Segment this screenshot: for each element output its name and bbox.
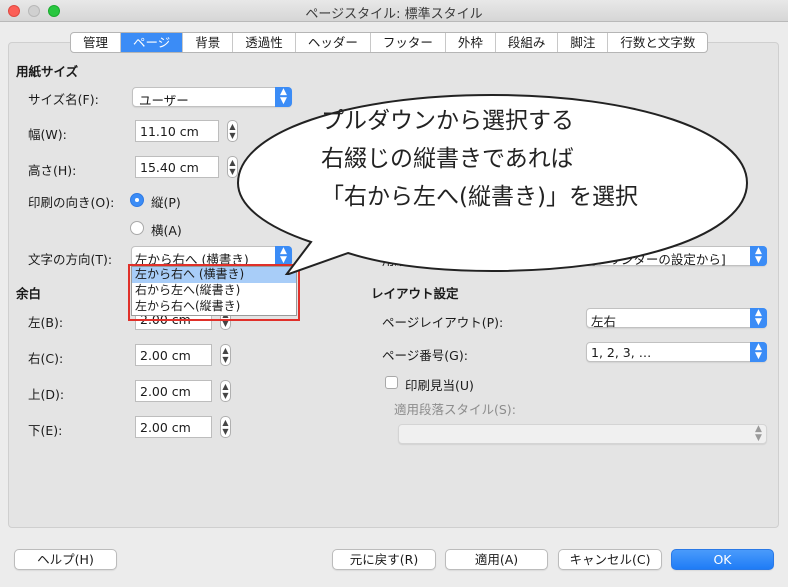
margin-right-label: 右(C): xyxy=(28,351,64,366)
tab-columns[interactable]: 段組み xyxy=(496,33,559,52)
margin-right-field[interactable]: 2.00 cm xyxy=(135,344,212,366)
margin-bottom-value: 2.00 cm xyxy=(140,420,191,435)
help-button[interactable]: ヘルプ(H) xyxy=(14,549,117,570)
page-layout-select[interactable]: 左右 ▲ ▼ xyxy=(586,308,767,329)
margins-heading: 余白 xyxy=(16,286,42,301)
reference-style-select[interactable]: ▲ ▼ xyxy=(398,424,767,444)
height-label: 高さ(H): xyxy=(28,163,77,178)
chevron-updown-icon: ▲ ▼ xyxy=(750,308,767,328)
tab-transparency[interactable]: 透過性 xyxy=(233,33,296,52)
margin-right-stepper[interactable]: ▲ ▼ xyxy=(220,344,231,366)
size-name-value: ユーザー xyxy=(139,93,189,108)
margin-top-label: 上(D): xyxy=(28,387,65,402)
window-title: ページスタイル: 標準スタイル xyxy=(305,7,483,22)
tab-borders[interactable]: 外枠 xyxy=(446,33,496,52)
landscape-label: 横(A) xyxy=(151,223,182,238)
tab-text-grid[interactable]: 行数と文字数 xyxy=(608,33,707,52)
cancel-button[interactable]: キャンセル(C) xyxy=(558,549,662,570)
margin-top-stepper[interactable]: ▲ ▼ xyxy=(220,380,231,402)
page-number-label: ページ番号(G): xyxy=(382,348,468,363)
orientation-label: 印刷の向き(O): xyxy=(28,195,115,210)
size-name-label: サイズ名(F): xyxy=(28,92,99,107)
tab-bar: 管理 ページ 背景 透過性 ヘッダー フッター 外枠 段組み 脚注 行数と文字数 xyxy=(70,32,709,53)
page-layout-value: 左右 xyxy=(591,314,617,329)
margin-left-label: 左(B): xyxy=(28,315,64,330)
tab-manage[interactable]: 管理 xyxy=(71,33,122,52)
paper-format-heading: 用紙サイズ xyxy=(16,64,79,79)
height-field[interactable]: 15.40 cm xyxy=(135,156,219,178)
apply-button[interactable]: 適用(A) xyxy=(445,549,548,570)
title-bar: ページスタイル: 標準スタイル xyxy=(0,0,788,22)
page-number-select[interactable]: 1, 2, 3, … ▲ ▼ xyxy=(586,342,767,362)
page-layout-label: ページレイアウト(P): xyxy=(382,315,504,330)
margin-top-field[interactable]: 2.00 cm xyxy=(135,380,212,402)
width-field[interactable]: 11.10 cm xyxy=(135,120,219,142)
landscape-radio[interactable] xyxy=(130,221,144,235)
tab-footnote[interactable]: 脚注 xyxy=(558,33,609,52)
layout-settings-heading: レイアウト設定 xyxy=(371,286,459,301)
chevron-updown-icon: ▲ ▼ xyxy=(755,424,762,443)
margin-bottom-field[interactable]: 2.00 cm xyxy=(135,416,212,438)
height-value: 15.40 cm xyxy=(140,160,199,175)
text-direction-label: 文字の方向(T): xyxy=(28,252,113,267)
width-label: 幅(W): xyxy=(28,127,67,142)
portrait-label: 縦(P) xyxy=(151,195,181,210)
reference-style-label: 適用段落スタイル(S): xyxy=(394,402,516,417)
register-true-checkbox[interactable] xyxy=(385,376,398,389)
chevron-updown-icon: ▲ ▼ xyxy=(750,246,767,266)
tab-header[interactable]: ヘッダー xyxy=(296,33,371,52)
register-true-label: 印刷見当(U) xyxy=(405,378,474,393)
callout-line: 「右から左へ(縦書き)」を選択 xyxy=(321,184,638,210)
margin-bottom-stepper[interactable]: ▲ ▼ xyxy=(220,416,231,438)
callout-bubble: プルダウンから選択する 右綴じの縦書きであれば 「右から左へ(縦書き)」を選択 xyxy=(236,93,748,275)
margin-top-value: 2.00 cm xyxy=(140,384,191,399)
width-value: 11.10 cm xyxy=(140,124,199,139)
callout-line: プルダウンから選択する xyxy=(321,108,574,134)
tab-footer[interactable]: フッター xyxy=(371,33,446,52)
chevron-updown-icon: ▲ ▼ xyxy=(750,342,767,362)
ok-button[interactable]: OK xyxy=(671,549,774,570)
margin-right-value: 2.00 cm xyxy=(140,348,191,363)
portrait-radio[interactable] xyxy=(130,193,144,207)
callout-line: 右綴じの縦書きであれば xyxy=(321,146,574,172)
margin-bottom-label: 下(E): xyxy=(28,423,63,438)
tab-page[interactable]: ページ xyxy=(121,33,184,52)
reset-button[interactable]: 元に戻す(R) xyxy=(332,549,436,570)
tab-background[interactable]: 背景 xyxy=(183,33,234,52)
page-number-value: 1, 2, 3, … xyxy=(591,345,652,360)
